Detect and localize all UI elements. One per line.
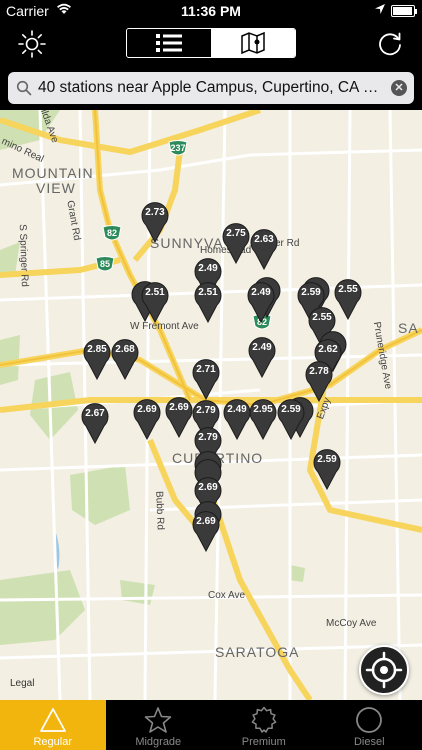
station-price: 2.62	[318, 344, 338, 355]
gas-station-pin[interactable]: 2.63	[249, 226, 279, 270]
station-price: 2.49	[252, 342, 272, 353]
map-view[interactable]: MOUNTAIN VIEW SUNNYVA CUPERTINO SARATOGA…	[0, 110, 422, 700]
station-price: 2.51	[145, 287, 165, 298]
search-icon	[16, 80, 32, 101]
station-price: 2.79	[198, 432, 218, 443]
gas-station-pin[interactable]: 2.69	[191, 508, 221, 552]
gas-station-pin[interactable]: 2.68	[110, 336, 140, 380]
station-price: 2.95	[253, 404, 273, 415]
gas-station-pin[interactable]: 2.49	[247, 334, 277, 378]
highway-number: 85	[99, 259, 110, 269]
status-bar: Carrier 11:36 PM	[0, 0, 422, 22]
station-price: 2.49	[198, 263, 218, 274]
sun-icon[interactable]	[16, 28, 48, 60]
station-price: 2.73	[145, 207, 165, 218]
legal-link[interactable]: Legal	[10, 678, 34, 689]
search-input[interactable]: 40 stations near Apple Campus, Cupertino…	[38, 79, 384, 97]
highway-number: 82	[106, 228, 117, 238]
location-arrow-icon	[374, 3, 386, 18]
view-mode-segmented-control	[126, 28, 296, 58]
city-label: SARATOGA	[215, 644, 300, 660]
gas-station-pin[interactable]: 2.69	[132, 396, 162, 440]
top-toolbar	[0, 22, 422, 66]
station-price: 2.55	[312, 312, 332, 323]
gas-station-pin[interactable]: 2.75	[221, 220, 251, 264]
highway-number: 237	[170, 143, 186, 153]
gas-station-pin[interactable]: 2.51	[140, 279, 170, 323]
station-price: 2.69	[137, 404, 157, 415]
crosshair-icon	[365, 651, 403, 689]
gas-station-pin[interactable]: 2.73	[140, 199, 170, 243]
map-icon	[241, 32, 265, 54]
gas-station-pin[interactable]: 2.55	[333, 276, 363, 320]
battery-icon	[391, 5, 417, 17]
search-field[interactable]: 40 stations near Apple Campus, Cupertino…	[8, 72, 414, 104]
gas-station-pin[interactable]: 2.49	[246, 279, 276, 323]
circle-icon	[356, 707, 383, 733]
tab-label: Premium	[241, 736, 286, 748]
street-label: Cox Ave	[208, 590, 246, 601]
tab-premium[interactable]: Premium	[211, 700, 317, 750]
search-bar: 40 stations near Apple Campus, Cupertino…	[0, 66, 422, 110]
gas-station-pin[interactable]: 2.71	[191, 356, 221, 400]
highway-shield: 85	[95, 256, 115, 274]
city-label: VIEW	[36, 180, 76, 196]
city-label: MOUNTAIN	[12, 165, 94, 181]
clear-icon[interactable]: ✕	[391, 80, 407, 96]
street-label: S Springer Rd	[16, 223, 30, 288]
gas-station-pin[interactable]: 2.69	[164, 394, 194, 438]
tab-diesel[interactable]: Diesel	[317, 700, 422, 750]
fuel-type-tab-bar: Regular Midgrade Premium Diesel	[0, 700, 422, 750]
city-label: SA	[398, 320, 419, 336]
station-price: 2.59	[317, 454, 337, 465]
station-price: 2.67	[85, 408, 105, 419]
station-price: 2.59	[281, 404, 301, 415]
station-price: 2.51	[198, 287, 218, 298]
station-price: 2.69	[198, 482, 218, 493]
station-price: 2.69	[196, 516, 216, 527]
list-icon	[156, 34, 182, 52]
tab-label: Midgrade	[135, 736, 182, 748]
street-label: Bubb Rd	[153, 490, 166, 531]
triangle-icon	[39, 708, 66, 732]
gas-station-pin[interactable]: 2.67	[80, 400, 110, 444]
star-icon	[144, 707, 172, 733]
station-price: 2.63	[254, 234, 274, 245]
tab-label: Regular	[33, 736, 73, 748]
station-price: 2.79	[196, 405, 216, 416]
badge-icon	[251, 706, 277, 733]
street-label: McCoy Ave	[326, 618, 377, 629]
tab-label: Diesel	[353, 736, 385, 748]
station-price: 2.68	[115, 344, 135, 355]
station-price: 2.85	[87, 344, 107, 355]
gas-station-pin[interactable]: 2.95	[248, 396, 278, 440]
highway-shield: 237	[168, 140, 188, 158]
highway-shield: 82	[102, 225, 122, 243]
gas-station-pin[interactable]: 2.51	[193, 279, 223, 323]
station-price: 2.59	[301, 287, 321, 298]
locate-me-button[interactable]	[359, 645, 409, 695]
station-price: 2.69	[169, 402, 189, 413]
station-price: 2.75	[226, 228, 246, 239]
status-time: 11:36 PM	[181, 3, 241, 19]
tab-regular[interactable]: Regular	[0, 700, 106, 750]
gas-station-pin[interactable]: 2.85	[82, 336, 112, 380]
gas-station-pin[interactable]: 2.59	[312, 446, 342, 490]
list-view-segment[interactable]	[127, 29, 211, 57]
gas-station-pin[interactable]: 2.59	[276, 396, 306, 440]
station-price: 2.71	[196, 364, 216, 375]
station-price: 2.49	[251, 287, 271, 298]
refresh-icon[interactable]	[374, 28, 406, 60]
station-price: 2.78	[309, 366, 329, 377]
map-view-segment[interactable]	[211, 29, 295, 57]
station-price: 2.55	[338, 284, 358, 295]
tab-midgrade[interactable]: Midgrade	[106, 700, 212, 750]
